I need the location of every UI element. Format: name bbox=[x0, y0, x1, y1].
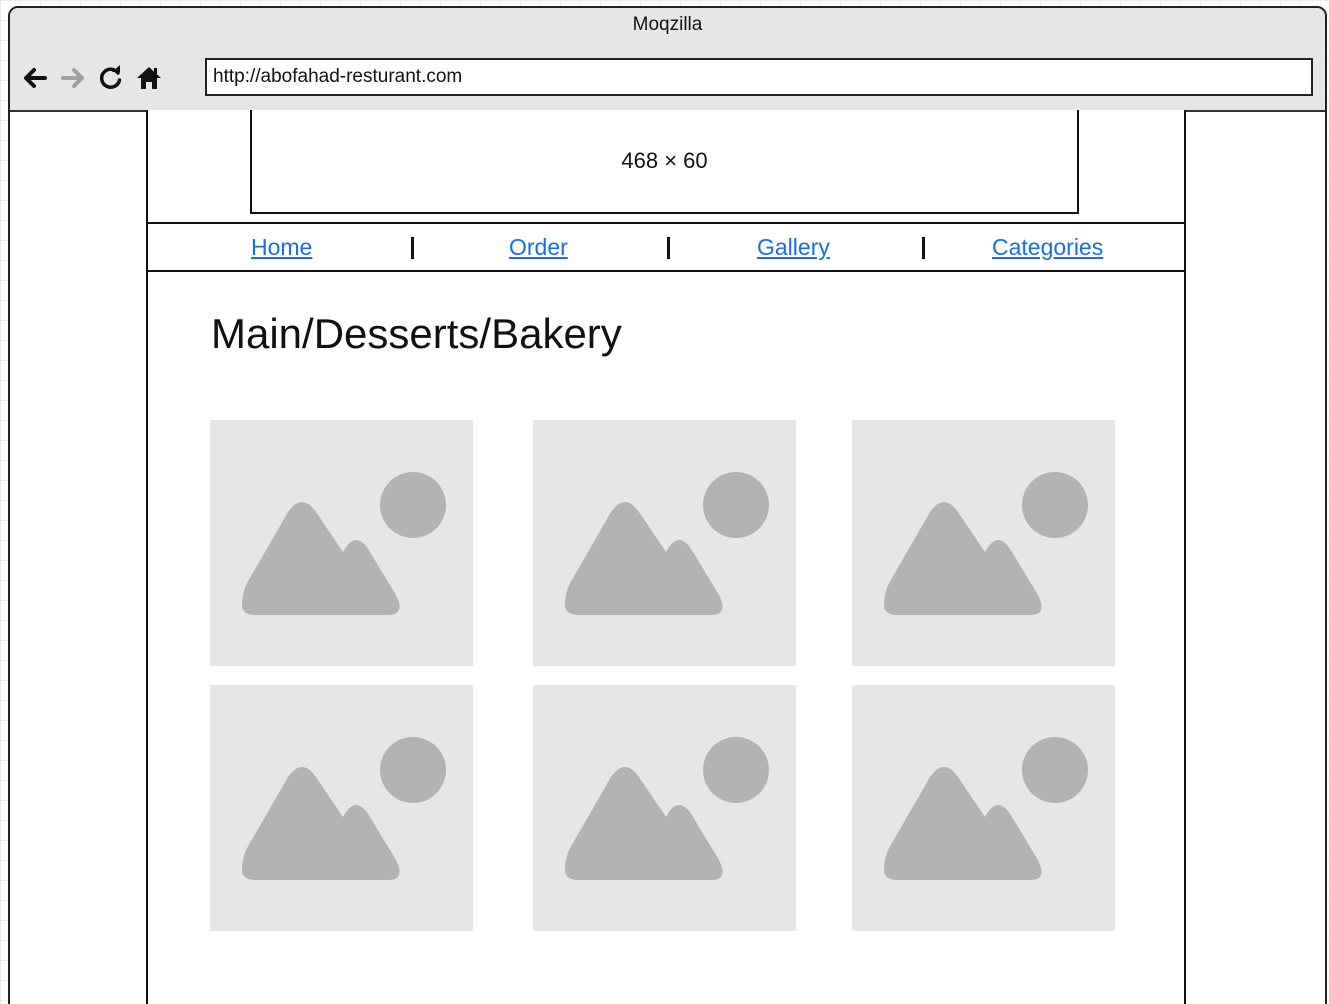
page-title: Main/Desserts/Bakery bbox=[211, 310, 622, 357]
menu-separator bbox=[667, 237, 670, 259]
ad-banner-placeholder: 468 × 60 bbox=[250, 110, 1079, 214]
menu-item-home[interactable]: Home bbox=[251, 234, 312, 261]
browser-window: Moqzilla http://abofahad-resturant.com 4… bbox=[8, 6, 1327, 1004]
ad-banner-size-label: 468 × 60 bbox=[621, 148, 708, 173]
forward-arrow-icon[interactable] bbox=[58, 63, 88, 93]
image-placeholder-icon bbox=[565, 472, 769, 615]
gallery-image[interactable] bbox=[852, 685, 1115, 931]
gallery-image[interactable] bbox=[210, 685, 473, 931]
back-arrow-icon[interactable] bbox=[20, 63, 50, 93]
main-menu: Home Order Gallery Categories bbox=[148, 224, 1184, 272]
menu-separator bbox=[411, 237, 414, 259]
gallery-image[interactable] bbox=[533, 685, 796, 931]
image-placeholder-icon bbox=[884, 737, 1088, 880]
browser-titlebar: Moqzilla http://abofahad-resturant.com bbox=[10, 8, 1325, 112]
menu-item-gallery[interactable]: Gallery bbox=[757, 234, 830, 261]
gallery-image[interactable] bbox=[533, 420, 796, 666]
image-placeholder-icon bbox=[242, 737, 446, 880]
url-text: http://abofahad-resturant.com bbox=[213, 66, 463, 87]
image-placeholder-icon bbox=[884, 472, 1088, 615]
window-title: Moqzilla bbox=[632, 14, 703, 35]
reload-icon[interactable] bbox=[96, 63, 126, 93]
menu-item-categories[interactable]: Categories bbox=[992, 234, 1103, 261]
menu-separator bbox=[922, 237, 925, 259]
menu-item-order[interactable]: Order bbox=[509, 234, 568, 261]
gallery-image[interactable] bbox=[852, 420, 1115, 666]
web-page: 468 × 60 Home Order Gallery Categories M… bbox=[146, 110, 1186, 1004]
browser-nav-buttons bbox=[20, 60, 164, 96]
image-placeholder-icon bbox=[565, 737, 769, 880]
canvas: Moqzilla http://abofahad-resturant.com 4… bbox=[0, 0, 1329, 1004]
home-icon[interactable] bbox=[134, 63, 164, 93]
url-bar[interactable]: http://abofahad-resturant.com bbox=[205, 58, 1313, 96]
image-placeholder-icon bbox=[242, 472, 446, 615]
gallery-image[interactable] bbox=[210, 420, 473, 666]
header-area: 468 × 60 bbox=[148, 110, 1184, 224]
